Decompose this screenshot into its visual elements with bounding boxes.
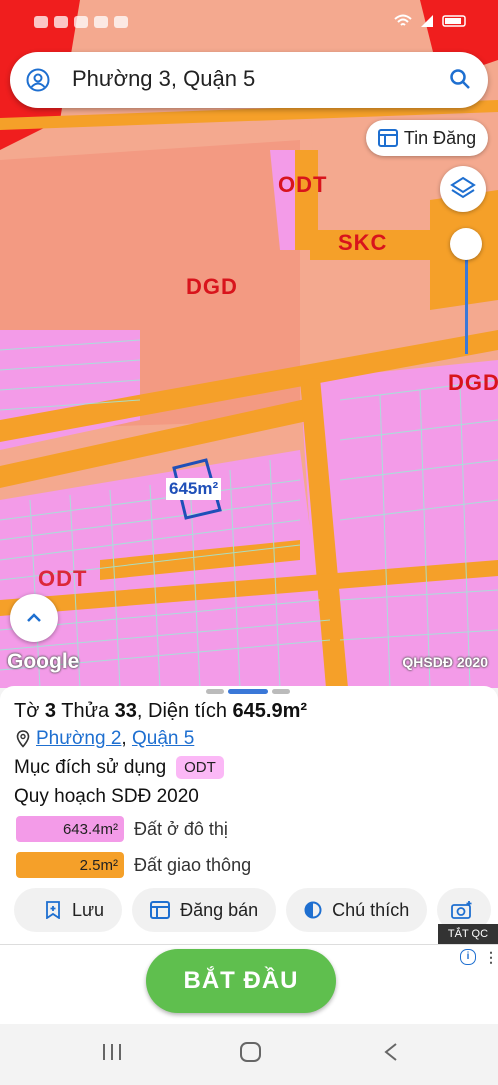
bookmark-add-icon xyxy=(46,901,60,919)
google-logo: Google xyxy=(7,650,80,673)
parcel-area-label[interactable]: 645m² xyxy=(166,478,222,500)
search-icon[interactable] xyxy=(448,67,472,91)
camera-add-icon xyxy=(451,901,472,919)
ad-start-button[interactable]: BẮT ĐẦU xyxy=(146,949,336,1013)
zone-label: SKC xyxy=(338,230,388,255)
layers-button[interactable] xyxy=(440,166,486,212)
listing-icon xyxy=(377,129,398,147)
wifi-icon xyxy=(394,14,412,26)
parcel-number: 33 xyxy=(114,700,137,722)
zone-label: DGD xyxy=(186,274,238,299)
back-icon[interactable] xyxy=(384,1043,397,1061)
notification-icons xyxy=(34,16,128,28)
legend-bar-transport: 2.5m² xyxy=(16,852,124,878)
system-icons xyxy=(394,14,468,28)
home-icon[interactable] xyxy=(240,1042,261,1062)
page-dot-active xyxy=(228,689,268,694)
zalo-icon xyxy=(94,16,108,28)
chevron-up-icon xyxy=(27,613,41,622)
legend-button[interactable]: Chú thích xyxy=(286,888,428,932)
zone-label: ODT xyxy=(38,566,88,591)
layers-icon xyxy=(450,176,476,199)
battery-icon xyxy=(442,15,466,27)
more-vert-icon[interactable]: ⋮ xyxy=(484,949,498,966)
parcel-area: 645.9m² xyxy=(232,700,308,722)
ward-link[interactable]: Phường 2 xyxy=(36,728,121,749)
parcel-location: Phường 2, Quận 5 xyxy=(16,728,194,750)
expand-panel-button[interactable] xyxy=(10,594,58,642)
location-pin-icon xyxy=(16,730,30,748)
action-buttons: Lưu Đăng bán Chú thích xyxy=(14,888,492,932)
post-for-sale-button[interactable]: Đăng bán xyxy=(132,888,277,932)
info-icon[interactable]: i xyxy=(460,949,476,965)
land-purpose-row: Mục đích sử dụng ODT xyxy=(14,756,224,779)
status-bar xyxy=(0,0,498,46)
nav-buttons xyxy=(103,1042,397,1062)
ad-banner[interactable]: BẮT ĐẦU i ⋮ xyxy=(0,944,498,1025)
sheet-number: 3 xyxy=(44,700,57,722)
system-navigation-bar xyxy=(0,1024,498,1080)
tin-dang-label: Tin Đăng xyxy=(403,127,477,148)
tin-dang-button[interactable]: Tin Đăng xyxy=(366,120,488,156)
account-icon[interactable] xyxy=(26,68,50,92)
plan-title: Quy hoạch SDĐ 2020 xyxy=(14,786,199,807)
notification-icon xyxy=(34,16,48,28)
listing-icon xyxy=(150,901,171,919)
purpose-label: Mục đích sử dụng xyxy=(14,756,167,778)
search-query[interactable]: Phường 3, Quận 5 xyxy=(72,66,255,92)
panel-page-indicator xyxy=(206,689,290,694)
zone-label: ODT xyxy=(278,172,328,197)
purpose-code-badge: ODT xyxy=(176,756,224,779)
search-bar[interactable]: Phường 3, Quận 5 xyxy=(10,52,488,108)
zalo-icon xyxy=(74,16,88,28)
parcel-info-panel: Tờ 3 Thửa 33, Diện tích 645.9m² Phường 2… xyxy=(0,686,498,944)
zalo-icon xyxy=(114,16,128,28)
district-link[interactable]: Quận 5 xyxy=(132,728,194,749)
map-view[interactable]: Phường 3, Quận 5 Tin Đăng ODT SKC DGD DG… xyxy=(0,0,498,688)
legend-label: Đất ở đô thị xyxy=(134,818,228,839)
close-ad-button[interactable]: TẮT QC xyxy=(438,924,498,944)
notification-icon xyxy=(54,16,68,28)
parcel-title: Tờ 3 Thửa 33, Diện tích 645.9m² xyxy=(14,700,308,722)
recent-apps-icon[interactable] xyxy=(103,1044,121,1060)
page-dot xyxy=(272,689,290,694)
legend-label: Đất giao thông xyxy=(134,854,252,875)
legend-row: 2.5m² Đất giao thông xyxy=(16,852,251,878)
contrast-icon xyxy=(304,901,322,919)
map-attribution: QHSDĐ 2020 xyxy=(402,654,488,670)
zone-label: DGD xyxy=(448,370,498,395)
legend-bar-residential: 643.4m² xyxy=(16,816,124,842)
opacity-slider-thumb[interactable] xyxy=(450,228,482,260)
opacity-slider-track[interactable] xyxy=(465,246,468,354)
legend-row: 643.4m² Đất ở đô thị xyxy=(16,816,228,842)
page-dot xyxy=(206,689,224,694)
save-button[interactable]: Lưu xyxy=(14,888,123,932)
signal-icon xyxy=(421,15,433,27)
